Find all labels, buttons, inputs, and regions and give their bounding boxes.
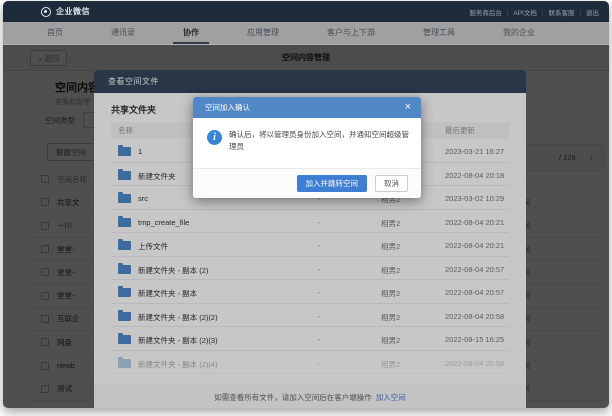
confirm-modal-header: 空间加入确认 ×	[193, 97, 421, 118]
main-nav: 首页 通讯录 协作 应用管理 客户与上下游 管理工具 我的企业	[3, 22, 609, 45]
nav-tab[interactable]: 协作	[173, 22, 209, 44]
confirm-modal: 空间加入确认 × i 确认后，将以管理员身份加入空间，并通知空间超级管理员 加入…	[193, 97, 421, 198]
confirm-message: 确认后，将以管理员身份加入空间，并通知空间超级管理员	[229, 129, 409, 154]
topbar-links: 服务商后台API文档联系客服退出	[469, 7, 599, 17]
nav-tab[interactable]: 应用管理	[237, 22, 289, 44]
cancel-button[interactable]: 取消	[375, 175, 408, 192]
topbar-link[interactable]: 退出	[574, 7, 599, 17]
nav-tab[interactable]: 管理工具	[413, 22, 465, 44]
confirm-modal-title: 空间加入确认	[205, 102, 250, 113]
topbar-link[interactable]: API文档	[502, 7, 537, 17]
join-and-jump-button[interactable]: 加入并跳转空间	[297, 175, 368, 192]
confirm-modal-body: i 确认后，将以管理员身份加入空间，并通知空间超级管理员	[193, 118, 421, 154]
topbar-link[interactable]: 服务商后台	[469, 7, 502, 17]
confirm-modal-footer: 加入并跳转空间 取消	[193, 168, 421, 198]
topbar: 企业微信 服务商后台API文档联系客服退出	[3, 1, 609, 22]
info-icon: i	[207, 130, 222, 145]
wecom-logo-icon	[41, 7, 51, 17]
brand-name: 企业微信	[56, 6, 90, 17]
brand[interactable]: 企业微信	[41, 6, 90, 17]
nav-tab[interactable]: 通讯录	[101, 22, 145, 44]
topbar-link[interactable]: 联系客服	[537, 7, 575, 17]
nav-tab[interactable]: 客户与上下游	[317, 22, 385, 44]
nav-tab[interactable]: 首页	[37, 22, 73, 44]
app-window: 企业微信 服务商后台API文档联系客服退出 首页 通讯录 协作 应用管理 客户与上下游 管…	[3, 1, 609, 408]
nav-tab[interactable]: 我的企业	[493, 22, 545, 44]
close-icon[interactable]: ×	[405, 102, 411, 113]
